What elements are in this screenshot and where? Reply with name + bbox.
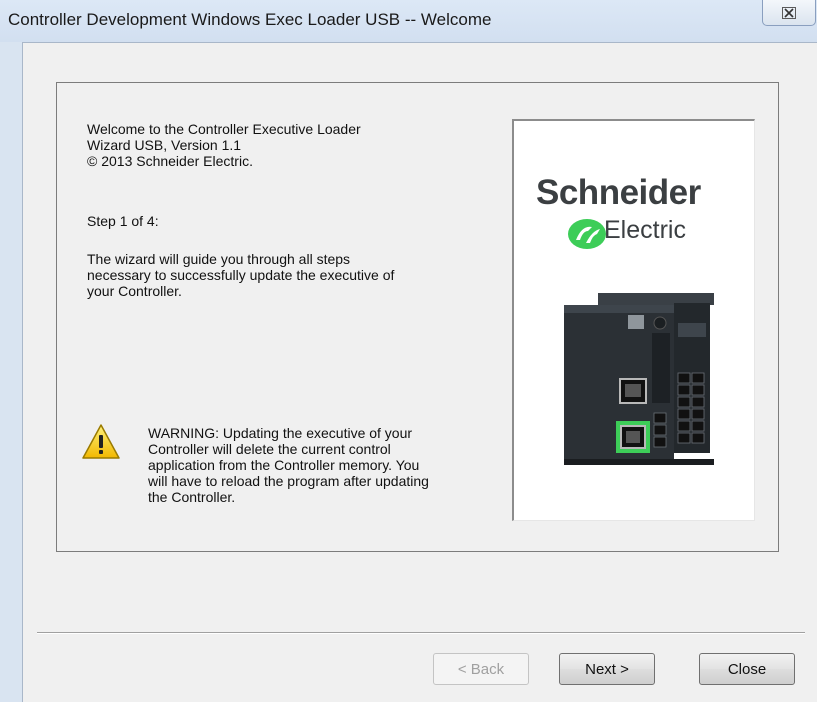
close-icon (782, 6, 796, 19)
warning-line-3: application from the Controller memory. … (148, 457, 420, 473)
warning-line-4: will have to reload the program after up… (148, 473, 429, 489)
warning-line-2: Controller will delete the current contr… (148, 441, 391, 457)
controller-device-image (564, 293, 714, 465)
brand-image-panel: Schneider Electric (512, 119, 755, 521)
warning-text: WARNING: Updating the executive of your … (148, 425, 488, 505)
close-button[interactable]: Close (699, 653, 795, 685)
wizard-window: Controller Development Windows Exec Load… (0, 0, 817, 702)
brand-logo-name: Schneider (536, 173, 701, 212)
welcome-line-1: Welcome to the Controller Executive Load… (87, 121, 361, 137)
guide-line-2: necessary to successfully update the exe… (87, 267, 395, 283)
copyright-line: © 2013 Schneider Electric. (87, 153, 253, 169)
window-close-button[interactable] (762, 0, 816, 26)
back-button[interactable]: < Back (433, 653, 529, 685)
button-separator (37, 632, 805, 634)
warning-line-5: the Controller. (148, 489, 236, 505)
guide-line-3: your Controller. (87, 283, 182, 299)
title-bar[interactable]: Controller Development Windows Exec Load… (0, 0, 817, 42)
warning-line-1: WARNING: Updating the executive of your (148, 425, 413, 441)
brand-logo-sub: Electric (604, 216, 686, 244)
next-button[interactable]: Next > (559, 653, 655, 685)
welcome-line-2: Wizard USB, Version 1.1 (87, 137, 242, 153)
wizard-body: Welcome to the Controller Executive Load… (22, 42, 817, 702)
schneider-mark-icon (568, 219, 606, 249)
guide-line-1: The wizard will guide you through all st… (87, 251, 351, 267)
content-panel: Welcome to the Controller Executive Load… (56, 82, 779, 552)
window-title: Controller Development Windows Exec Load… (8, 10, 492, 29)
step-indicator: Step 1 of 4: (87, 213, 159, 229)
welcome-text: Welcome to the Controller Executive Load… (87, 121, 487, 169)
guide-text: The wizard will guide you through all st… (87, 251, 487, 299)
warning-icon (82, 424, 120, 459)
